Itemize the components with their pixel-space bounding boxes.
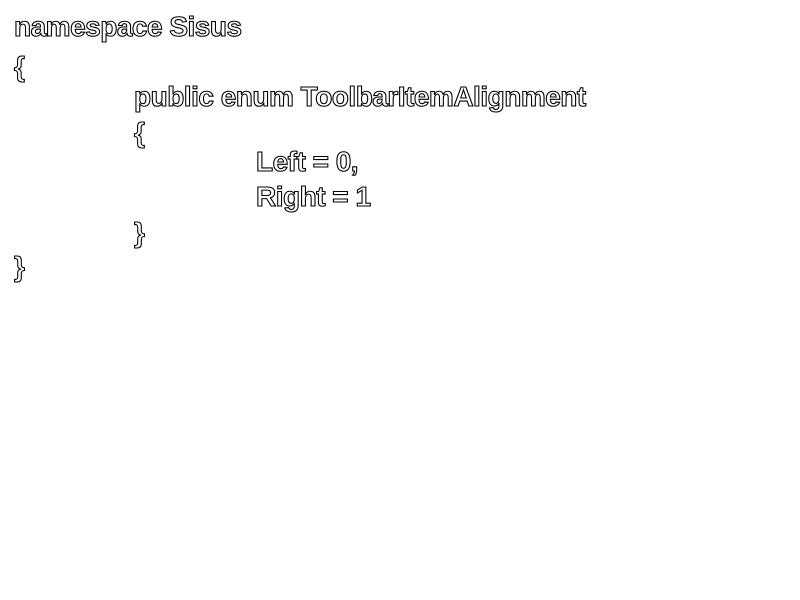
enum-declaration: public enum ToolbarItemAlignment: [133, 80, 586, 112]
code-view: namespace Sisus { public enum ToolbarIte…: [0, 0, 800, 600]
namespace-close-brace: }: [13, 250, 25, 282]
enum-open-brace: {: [133, 116, 145, 148]
namespace-declaration: namespace Sisus: [13, 10, 242, 42]
enum-member-left: Left = 0,: [255, 145, 359, 177]
namespace-open-brace: {: [13, 50, 25, 82]
enum-member-right: Right = 1: [255, 180, 371, 212]
enum-close-brace: }: [133, 216, 145, 248]
